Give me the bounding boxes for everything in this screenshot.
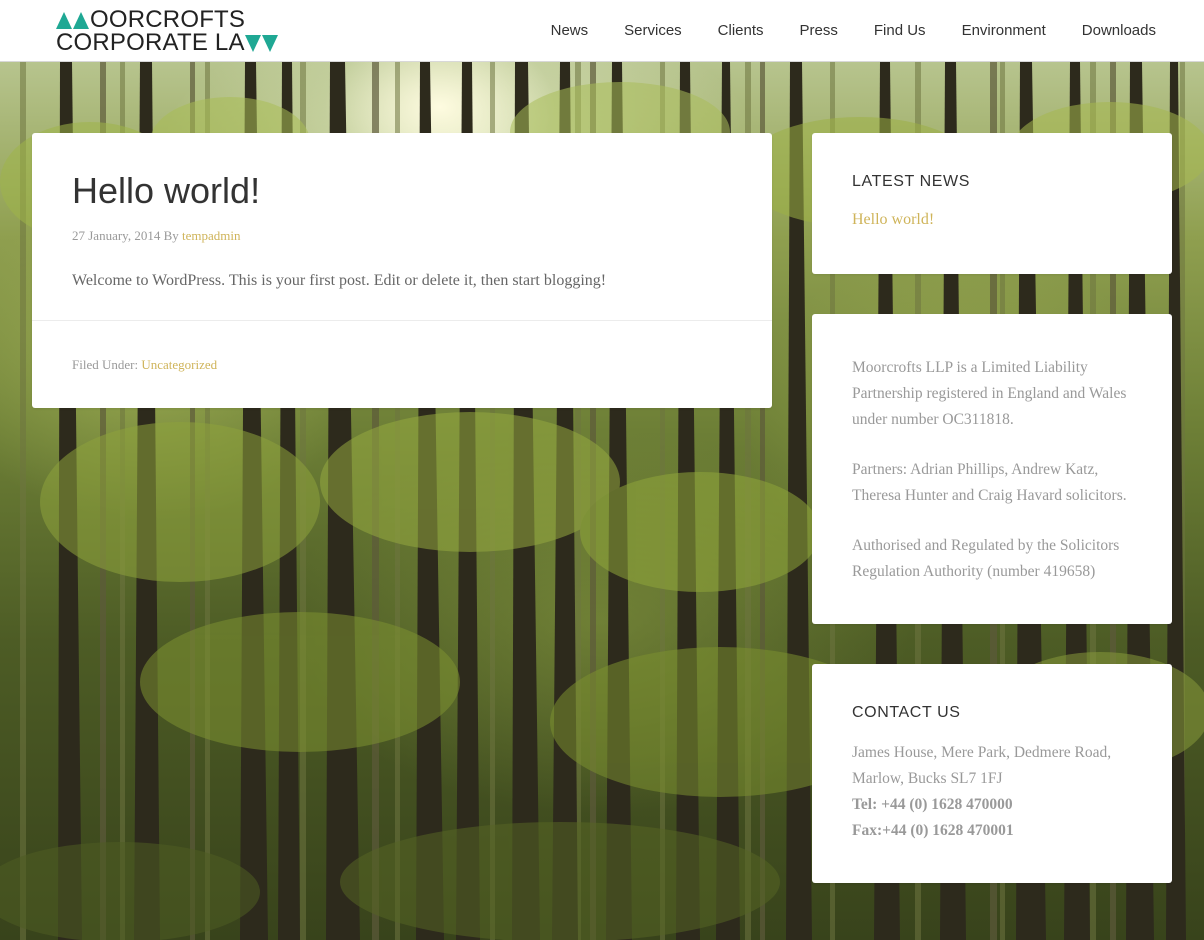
logo-text-line-2: CORPORATE LA — [56, 29, 245, 56]
post-date: 27 January, 2014 — [72, 228, 161, 243]
site-header: OORCROFTS CORPORATE LA News Services Cli… — [0, 0, 1204, 62]
post-by-label: By — [163, 228, 179, 243]
logo-triangle-icon — [261, 35, 278, 52]
contact-title: CONTACT US — [852, 704, 961, 721]
post-title[interactable]: Hello world! — [72, 171, 260, 211]
main-navigation: News Services Clients Press Find Us Envi… — [515, 20, 1156, 42]
post-category-link[interactable]: Uncategorized — [141, 357, 217, 372]
nav-item-news[interactable]: News — [551, 20, 589, 42]
nav-item-press[interactable]: Press — [800, 20, 838, 42]
logo-line-1: OORCROFTS — [56, 6, 296, 33]
nav-item-clients[interactable]: Clients — [718, 20, 764, 42]
company-info-widget: Moorcrofts LLP is a Limited Liability Pa… — [812, 314, 1172, 624]
logo-triangle-icon — [244, 35, 261, 52]
contact-fax: Fax:+44 (0) 1628 470001 — [852, 822, 1014, 839]
post-author-link[interactable]: tempadmin — [182, 228, 241, 243]
logo-triangle-icon — [56, 12, 72, 29]
contact-address: James House, Mere Park, Dedmere Road, Ma… — [852, 744, 1112, 787]
nav-item-services[interactable]: Services — [624, 20, 682, 42]
nav-item-environment[interactable]: Environment — [962, 20, 1046, 42]
latest-news-widget: LATEST NEWS Hello world! — [812, 133, 1172, 274]
post-divider — [32, 320, 772, 321]
logo-triangle-icon — [73, 12, 89, 29]
logo-text-line-1: OORCROFTS — [90, 6, 246, 33]
logo-line-2: CORPORATE LA — [56, 29, 296, 56]
post-card: Hello world! 27 January, 2014 By tempadm… — [32, 133, 772, 408]
nav-item-find-us[interactable]: Find Us — [874, 20, 926, 42]
company-partners-text: Partners: Adrian Phillips, Andrew Katz, … — [852, 461, 1127, 504]
post-meta: 27 January, 2014 By tempadmin — [72, 228, 241, 244]
contact-telephone: Tel: +44 (0) 1628 470000 — [852, 796, 1013, 813]
latest-news-title: LATEST NEWS — [852, 173, 971, 190]
post-content: Welcome to WordPress. This is your first… — [72, 272, 607, 289]
site-logo[interactable]: OORCROFTS CORPORATE LA — [56, 6, 296, 56]
latest-news-link[interactable]: Hello world! — [852, 211, 934, 229]
post-footer: Filed Under: Uncategorized — [72, 357, 217, 373]
company-regulation-text: Authorised and Regulated by the Solicito… — [852, 537, 1120, 580]
company-registration-text: Moorcrofts LLP is a Limited Liability Pa… — [852, 359, 1127, 428]
filed-under-label: Filed Under: — [72, 357, 139, 372]
nav-item-downloads[interactable]: Downloads — [1082, 20, 1156, 42]
contact-widget: CONTACT US James House, Mere Park, Dedme… — [812, 664, 1172, 883]
